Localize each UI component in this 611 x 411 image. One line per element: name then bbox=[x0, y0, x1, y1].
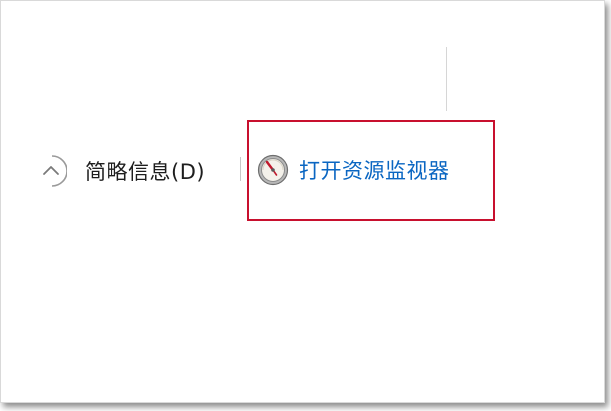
fewer-details-label[interactable]: 简略信息(D) bbox=[85, 156, 205, 186]
resource-monitor-gauge-icon[interactable] bbox=[257, 154, 289, 186]
window-content: 简略信息(D) 打开资源监视器 bbox=[1, 1, 604, 402]
chevron-up-icon[interactable] bbox=[37, 151, 68, 191]
window-frame: 简略信息(D) 打开资源监视器 bbox=[0, 0, 605, 403]
fewer-details-button[interactable]: 简略信息(D) bbox=[37, 149, 205, 193]
open-resource-monitor-link[interactable]: 打开资源监视器 bbox=[257, 151, 450, 189]
vertical-divider bbox=[446, 47, 447, 111]
screenshot-canvas: 简略信息(D) 打开资源监视器 bbox=[0, 0, 611, 411]
open-resource-monitor-label[interactable]: 打开资源监视器 bbox=[299, 155, 450, 185]
footer-separator bbox=[240, 157, 241, 181]
